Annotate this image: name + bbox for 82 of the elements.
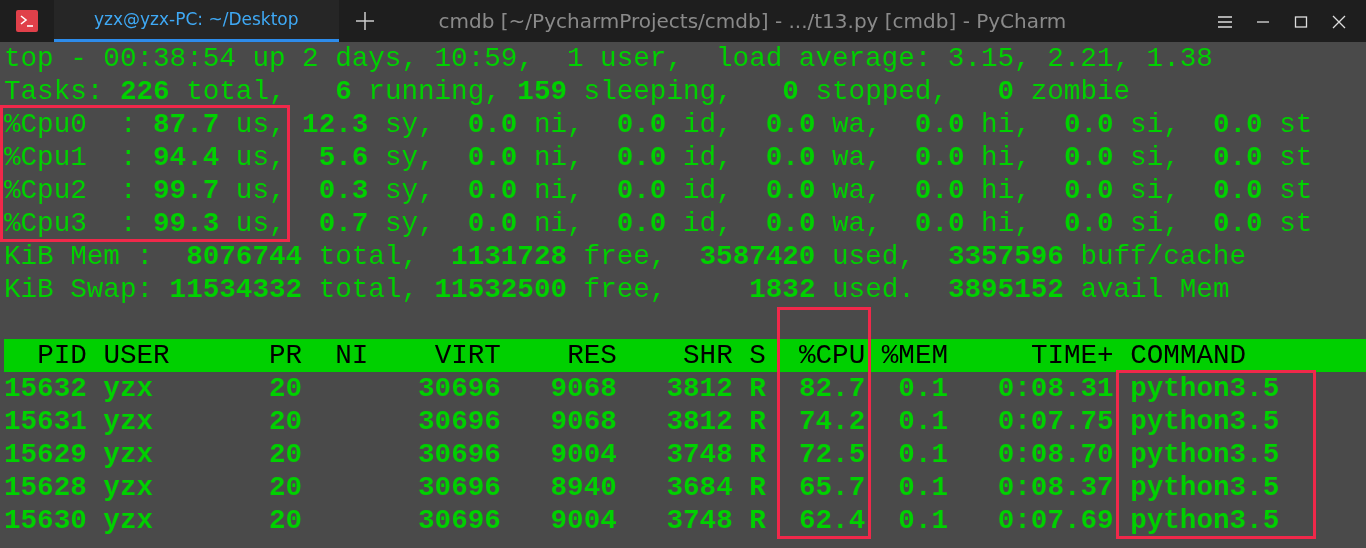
table-cell: 20 <box>268 439 303 470</box>
table-cell: 15631 <box>4 406 87 437</box>
column-header: %MEM <box>881 340 949 371</box>
table-cell: 30696 <box>418 505 501 536</box>
column-header: PR <box>269 340 303 371</box>
terminal-line: Tasks: 226 total, 6 running, 159 sleeping, 0 stopped, 0 zombie <box>4 75 1132 108</box>
table-cell: R <box>749 439 766 470</box>
table-cell: python3.5 <box>1130 439 1280 470</box>
table-cell: 30696 <box>418 406 501 437</box>
terminal-line: KiB Mem : 8076744 total, 1131728 free, 3587420 used, 3357596 buff/cache <box>4 240 1247 273</box>
table-cell: 3812 <box>666 406 733 437</box>
table-cell: python3.5 <box>1130 373 1280 404</box>
table-cell: 30696 <box>418 373 501 404</box>
table-cell: 20 <box>268 406 303 437</box>
table-cell: 3748 <box>666 439 733 470</box>
terminal-line: %Cpu2 : 99.7 us, 0.3 sy, 0.0 ni, 0.0 id, 0.0 wa, 0.0 hi, 0.0 si, 0.0 st <box>4 174 1314 207</box>
terminal-line: %Cpu1 : 94.4 us, 5.6 sy, 0.0 ni, 0.0 id, 0.0 wa, 0.0 hi, 0.0 si, 0.0 st <box>4 141 1314 174</box>
column-header: %CPU <box>799 340 866 371</box>
table-cell: python3.5 <box>1130 406 1280 437</box>
close-icon <box>1332 14 1346 29</box>
terminal-line: KiB Swap: 11534332 total, 11532500 free, 1832 used. 3895152 avail Mem <box>4 273 1231 306</box>
table-cell: 74.2 <box>798 406 866 437</box>
table-cell: 9068 <box>550 406 617 437</box>
table-cell: 0:08.37 <box>997 472 1114 503</box>
table-cell: 9068 <box>550 373 617 404</box>
table-cell: yzx <box>103 439 154 470</box>
column-header: NI <box>335 340 369 371</box>
column-header: S <box>749 340 766 371</box>
table-cell: 0.1 <box>898 439 948 470</box>
column-header: SHR <box>683 340 733 371</box>
terminal-tab[interactable]: yzx@yzx-PC: ~/Desktop <box>54 0 339 42</box>
table-cell: 62.4 <box>798 505 866 536</box>
plus-icon[interactable] <box>354 11 375 31</box>
column-header: RES <box>567 340 617 371</box>
table-cell: python3.5 <box>1130 505 1280 536</box>
column-header: COMMAND <box>1130 340 1247 371</box>
table-cell: 15629 <box>4 439 87 470</box>
table-cell: 3748 <box>666 505 733 536</box>
table-cell: 0:08.31 <box>997 373 1114 404</box>
table-cell: 72.5 <box>798 439 866 470</box>
table-cell: R <box>749 472 766 503</box>
terminal-line: top - 00:38:54 up 2 days, 10:59, 1 user, load average: 3.15, 2.21, 1.38 <box>4 42 1214 75</box>
table-cell: R <box>749 373 766 404</box>
table-cell: 3812 <box>666 373 733 404</box>
table-cell: 0:07.69 <box>997 505 1114 536</box>
table-cell: python3.5 <box>1130 472 1280 503</box>
column-header: TIME+ <box>1030 340 1114 371</box>
table-cell: 20 <box>268 373 303 404</box>
table-cell: 8940 <box>550 472 617 503</box>
table-cell: R <box>749 406 766 437</box>
table-cell: 0.1 <box>898 406 948 437</box>
table-cell: R <box>749 505 766 536</box>
table-cell: 0:08.70 <box>997 439 1114 470</box>
table-cell: 3684 <box>666 472 733 503</box>
table-cell: 15628 <box>4 472 87 503</box>
column-header: VIRT <box>434 340 501 371</box>
table-cell: 15630 <box>4 505 87 536</box>
table-cell: 15632 <box>4 373 87 404</box>
table-cell: 20 <box>268 472 303 503</box>
terminal-icon[interactable] <box>16 10 38 32</box>
table-cell: 0.1 <box>898 373 948 404</box>
column-header: PID <box>37 340 87 371</box>
table-cell: yzx <box>103 505 154 536</box>
window-title: cmdb [~/PycharmProjects/cmdb] - .../t13.py [cmdb] - PyCharm <box>438 8 1068 35</box>
table-cell: 0:07.75 <box>997 406 1114 437</box>
menu-icon <box>1218 15 1232 28</box>
maximize-icon <box>1294 15 1308 28</box>
table-cell: 0.1 <box>898 505 948 536</box>
table-cell: 30696 <box>418 472 501 503</box>
table-cell: yzx <box>103 472 154 503</box>
terminal-line: %Cpu3 : 99.3 us, 0.7 sy, 0.0 ni, 0.0 id, 0.0 wa, 0.0 hi, 0.0 si, 0.0 st <box>4 207 1314 240</box>
table-cell: 20 <box>268 505 303 536</box>
table-cell: 9004 <box>550 439 617 470</box>
table-cell: 30696 <box>418 439 501 470</box>
column-header: USER <box>103 340 170 371</box>
table-cell: yzx <box>103 373 154 404</box>
terminal-line: %Cpu0 : 87.7 us, 12.3 sy, 0.0 ni, 0.0 id, 0.0 wa, 0.0 hi, 0.0 si, 0.0 st <box>4 108 1314 141</box>
table-cell: 65.7 <box>798 472 866 503</box>
table-cell: 82.7 <box>798 373 866 404</box>
table-cell: yzx <box>103 406 154 437</box>
table-cell: 0.1 <box>898 472 948 503</box>
table-cell: 9004 <box>550 505 617 536</box>
